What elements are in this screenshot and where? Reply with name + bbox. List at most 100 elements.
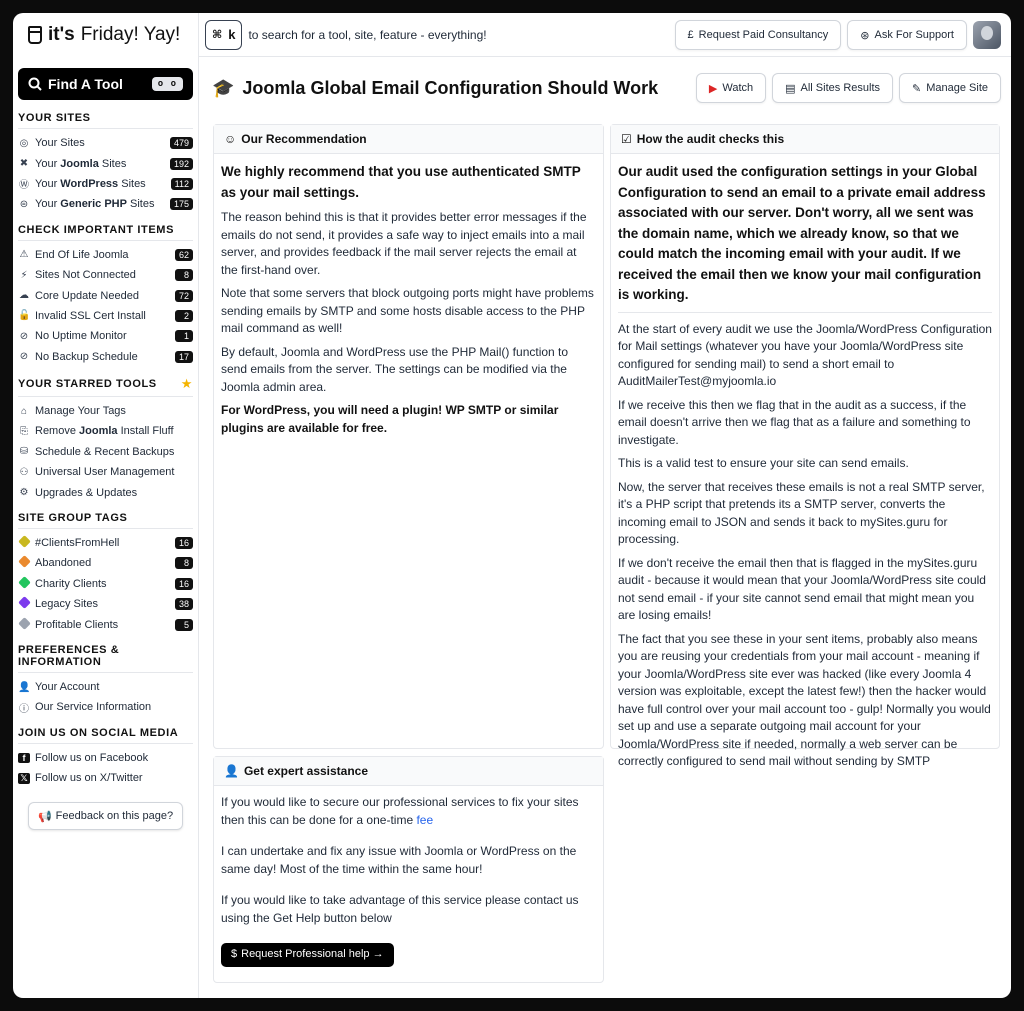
request-professional-help-label: Request Professional help → [241,948,384,961]
app-window: it's Friday! Yay! Find A Tool o o YOUR S… [13,13,1011,998]
count-badge: 175 [169,198,193,211]
avatar[interactable] [973,21,1001,49]
sidebar-item-label: Legacy Sites [35,598,98,611]
preferences-heading: PREFERENCES & INFORMATION [18,644,193,673]
site-group-tags-heading: SITE GROUP TAGS [18,512,193,529]
audit-header: ☑ How the audit checks this [611,125,999,154]
count-badge: 16 [174,577,193,590]
sidebar-item-check[interactable]: ⚠ End Of Life Joomla 62 [18,245,193,265]
tag-icon [17,575,31,590]
sidebar-item-tag[interactable]: Abandoned 8 [17,553,193,573]
request-professional-help-button[interactable]: $ Request Professional help → [221,943,394,967]
sidebar-item-site[interactable]: Ⓦ Your WordPress Sites 112 [18,174,193,194]
recommendation-title: Our Recommendation [241,132,367,146]
count-badge: 192 [169,157,193,170]
sidebar-item-tag[interactable]: #ClientsFromHell 16 [17,533,193,553]
recommendation-paragraph: The reason behind this is that it provid… [221,210,587,277]
sidebar-item-check[interactable]: ☁ Core Update Needed 72 [18,285,193,305]
sidebar-item-check[interactable]: ⊘ No Uptime Monitor 1 [18,326,193,346]
tag-icon [17,596,31,610]
logo[interactable]: it's Friday! Yay! [18,13,193,57]
check-items-list: ⚠ End Of Life Joomla 62 ⚡ Sites Not Connecte… [18,245,193,367]
request-consultancy-button[interactable]: £ Request Paid Consultancy [674,20,842,50]
social-list: f Follow us on Facebook 𝕏 Follow us on X/Tw… [18,748,193,789]
expert-header: 👤 Get expert assistance [214,757,603,786]
sidebar-item-tag[interactable]: Profitable Clients 5 [17,614,193,634]
sidebar-item-starred-tool[interactable]: ⎘ Remove Joomla Install Fluff [18,421,193,441]
sidebar-item-starred-tool[interactable]: ⚙ Upgrades & Updates [18,482,193,502]
sidebar-item-starred-tool[interactable]: ⚇ Universal User Management [18,462,193,482]
end-of-life-icon: ⚠ [19,249,29,261]
starred-tools-list: ⌂ Manage Your Tags ⎘ Remove Joomla Install … [18,401,193,503]
recommendation-paragraph: By default, Joomla and WordPress use the… [221,344,569,394]
sidebar-item-social[interactable]: 𝕏 Follow us on X/Twitter [18,768,193,788]
recommendation-wordpress-note: For WordPress, you will need a plugin! W… [221,403,559,435]
sidebar-item-label: No Backup Schedule [35,350,138,363]
sidebar-item-preference[interactable]: 👤 Your Account [18,677,193,697]
cubes-icon: ⚙ [19,487,29,499]
tag-icon: ⌂ [20,405,28,417]
expert-card: 👤 Get expert assistance If you would lik… [213,756,604,983]
manage-site-button[interactable]: ✎ Manage Site [899,73,1001,103]
social-heading: JOIN US ON SOCIAL MEDIA [18,727,193,744]
request-consultancy-label: Request Paid Consultancy [698,29,829,41]
trash-icon: ⎘ [20,425,28,437]
sidebar-item-social[interactable]: f Follow us on Facebook [18,748,193,768]
search-shortcut-box[interactable]: ⌘ k [205,19,243,50]
watch-button[interactable]: ▶ Watch [695,73,767,103]
database-icon: ⛁ [19,446,29,458]
find-tool-button[interactable]: Find A Tool o o [18,68,193,100]
fee-link[interactable]: fee [416,813,433,827]
x-twitter-icon: 𝕏 [18,772,30,784]
sidebar-item-site[interactable]: ⊜ Your Generic PHP Sites 175 [18,194,193,214]
k-key: k [228,27,236,42]
sidebar-item-label: Our Service Information [35,701,152,714]
wordpress-icon: Ⓦ [19,180,29,192]
sidebar-item-label: Manage Your Tags [35,405,126,418]
coffee-cup-icon [28,26,42,44]
search-icon [28,77,42,91]
count-badge: 5 [175,618,193,631]
sidebar-item-site[interactable]: ✖ Your Joomla Sites 192 [18,153,193,173]
recommendation-lead: We highly recommend that you use authent… [221,164,581,200]
check-items-heading: CHECK IMPORTANT ITEMS [18,224,193,241]
sidebar-item-check[interactable]: 🔓 Invalid SSL Cert Install 2 [18,306,193,326]
sidebar-item-preference[interactable]: ⓘ Our Service Information [18,697,193,717]
command-key-icon: ⌘ [212,29,223,41]
pound-icon: £ [687,29,694,41]
sidebar-item-starred-tool[interactable]: ⌂ Manage Your Tags [18,401,193,421]
edit-icon: ✎ [912,82,922,95]
sidebar-item-check[interactable]: ⚡ Sites Not Connected 8 [18,265,193,285]
lifebuoy-icon: ⊛ [860,29,870,42]
sidebar-item-label: Follow us on X/Twitter [35,772,143,785]
sidebar-item-check[interactable]: ⊘ No Backup Schedule 17 [18,347,193,367]
recommendation-header: ☺ Our Recommendation [214,125,603,154]
count-badge: 16 [174,537,193,550]
count-badge: 8 [175,269,193,282]
star-icon: ★ [180,375,193,391]
sidebar-item-tag[interactable]: Legacy Sites 38 [17,594,193,614]
sidebar-item-label: Your Sites [35,137,85,150]
all-sites-results-button[interactable]: ▤ All Sites Results [772,73,894,103]
audit-paragraph: This is a valid test to ensure your site… [618,456,909,470]
count-badge: 2 [175,309,193,322]
site-group-tags-list: #ClientsFromHell 16 Abandoned 8 Charity Clie… [17,533,193,635]
sidebar-item-tag[interactable]: Charity Clients 16 [17,574,193,594]
sidebar-item-label: End Of Life Joomla [35,248,129,261]
audit-card: ☑ How the audit checks this Our audit us… [610,124,1000,768]
page-title-text: Joomla Global Email Configuration Should… [242,77,659,98]
feedback-button[interactable]: 📢 Feedback on this page? [28,802,183,831]
dollar-icon: $ [231,948,238,961]
sidebar-item-starred-tool[interactable]: ⛁ Schedule & Recent Backups [18,442,193,462]
audit-paragraph: Now, the server that receives these emai… [618,479,985,547]
divider [618,311,992,313]
sidebar-item-label: Your Joomla Sites [35,157,127,170]
find-tool-shortcut: o o [151,77,183,91]
globe-icon: ◎ [19,137,29,149]
search-hint[interactable]: to search for a tool, site, feature - ev… [248,28,486,42]
watch-label: Watch [722,82,754,94]
ask-support-button[interactable]: ⊛ Ask For Support [847,20,967,50]
sidebar-item-label: Core Update Needed [35,289,139,302]
sidebar-item-site[interactable]: ◎ Your Sites 479 [18,133,193,153]
count-badge: 72 [174,289,193,302]
